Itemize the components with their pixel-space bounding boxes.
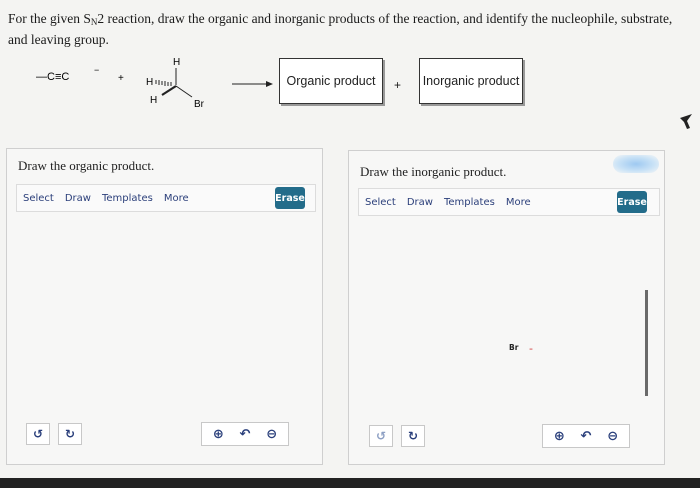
zoom-out-icon[interactable]: ⊖: [607, 429, 618, 444]
zoom-controls: ⊕ ↶ ⊖: [542, 424, 630, 448]
focus-glow: [613, 155, 659, 173]
draw-tool[interactable]: Draw: [407, 197, 433, 208]
zoom-in-icon[interactable]: ⊕: [554, 429, 565, 444]
substrate-h-top: H: [173, 57, 180, 68]
inorganic-product-label: Inorganic product: [422, 74, 520, 88]
organic-product-box: Organic product: [279, 58, 383, 104]
erase-button[interactable]: Erase: [617, 191, 647, 213]
zoom-out-icon[interactable]: ⊖: [266, 427, 277, 442]
templates-tool[interactable]: Templates: [444, 197, 495, 208]
select-tool[interactable]: Select: [23, 193, 54, 204]
canvas-br-atom[interactable]: Br: [509, 343, 518, 352]
inorganic-product-box: Inorganic product: [419, 58, 523, 104]
reaction-arrow-head: [266, 81, 273, 87]
scrollbar[interactable]: [645, 290, 648, 396]
organic-product-label: Organic product: [286, 74, 376, 88]
zoom-controls: ⊕ ↶ ⊖: [201, 422, 289, 446]
erase-button[interactable]: Erase: [275, 187, 305, 209]
canvas-br-charge: -: [529, 342, 533, 355]
draw-tool[interactable]: Draw: [65, 193, 91, 204]
reaction-scheme: —C≡C − + H H H Br Organic product + Inor…: [0, 52, 700, 127]
plus-sign-2: +: [394, 78, 402, 92]
question-text: For the given SN2 reaction, draw the org…: [8, 10, 680, 49]
nucleophile-text: —C≡C: [36, 71, 69, 83]
inorganic-panel-title: Draw the inorganic product.: [360, 164, 507, 179]
select-tool[interactable]: Select: [365, 197, 396, 208]
reset-zoom-icon[interactable]: ↶: [240, 427, 251, 442]
scheme-drawing: —C≡C − + H H H Br: [36, 57, 273, 110]
more-tool[interactable]: More: [164, 193, 189, 204]
redo-icon[interactable]: ↻: [58, 423, 82, 445]
substrate-h-left: H: [146, 77, 153, 88]
undo-icon[interactable]: ↺: [26, 423, 50, 445]
bond-to-br: [175, 85, 193, 98]
reset-zoom-icon[interactable]: ↶: [581, 429, 592, 444]
substrate-br: Br: [194, 99, 205, 110]
undo-icon[interactable]: ↺: [369, 425, 393, 447]
organic-toolbar: Select Draw Templates More: [16, 184, 316, 212]
question-part-2: 2 reaction, draw the organic and inorgan…: [8, 11, 673, 47]
organic-panel-title: Draw the organic product.: [18, 158, 155, 173]
plus-sign: +: [118, 73, 124, 84]
inorganic-toolbar: Select Draw Templates More: [358, 188, 660, 216]
cursor-icon: [680, 114, 692, 129]
question-part-1: For the given S: [8, 11, 91, 26]
hashed-wedge: [155, 80, 172, 86]
substrate-h-bottom: H: [150, 95, 157, 106]
bond-to-h-bottom: [161, 85, 177, 96]
redo-icon[interactable]: ↻: [401, 425, 425, 447]
zoom-in-icon[interactable]: ⊕: [213, 427, 224, 442]
templates-tool[interactable]: Templates: [102, 193, 153, 204]
bottom-edge: [0, 478, 700, 488]
more-tool[interactable]: More: [506, 197, 531, 208]
nucleophile-charge: −: [94, 65, 99, 75]
